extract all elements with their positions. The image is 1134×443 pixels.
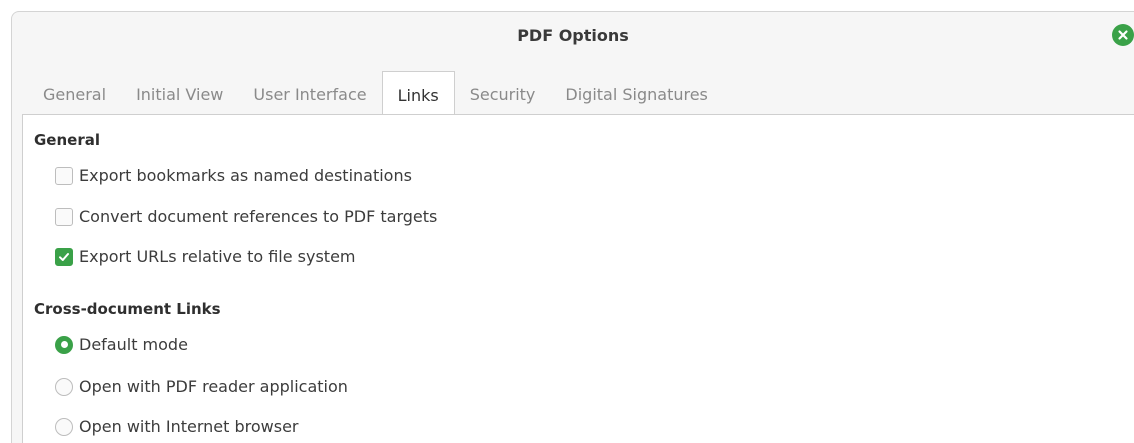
open-pdf-reader-option[interactable]: Open with PDF reader application <box>55 377 348 396</box>
export-urls-relative-option[interactable]: Export URLs relative to file system <box>55 247 356 266</box>
export-bookmarks-checkbox[interactable] <box>55 166 73 185</box>
tab-user-interface[interactable]: User Interface <box>238 74 381 114</box>
tab-general[interactable]: General <box>28 74 121 114</box>
open-internet-browser-radio[interactable] <box>55 417 73 436</box>
radio-dot <box>60 341 68 348</box>
option-label: Open with Internet browser <box>79 417 299 436</box>
open-internet-browser-option[interactable]: Open with Internet browser <box>55 417 298 436</box>
title-bar: PDF Options <box>12 12 1134 58</box>
tab-digital-signatures[interactable]: Digital Signatures <box>550 74 723 114</box>
tab-label: Links <box>397 85 439 105</box>
option-label: Open with PDF reader application <box>79 377 348 396</box>
tab-initial-view[interactable]: Initial View <box>121 74 238 114</box>
close-icon <box>1118 30 1128 40</box>
default-mode-option[interactable]: Default mode <box>55 335 188 354</box>
convert-references-checkbox[interactable] <box>55 207 73 226</box>
links-panel: General Export bookmarks as named destin… <box>22 114 1134 443</box>
tab-label: Digital Signatures <box>565 84 708 104</box>
option-label: Convert document references to PDF targe… <box>79 207 438 226</box>
option-label: Export URLs relative to file system <box>79 247 356 266</box>
close-button[interactable] <box>1112 24 1134 46</box>
pdf-options-dialog: PDF Options General Initial View User In… <box>11 11 1134 443</box>
dialog-title: PDF Options <box>517 25 629 45</box>
tab-label: Security <box>469 84 536 104</box>
option-label: Export bookmarks as named destinations <box>79 166 412 185</box>
tab-label: Initial View <box>136 84 224 104</box>
checkmark-icon <box>59 252 69 261</box>
tab-label: General <box>43 84 107 104</box>
tab-links[interactable]: Links <box>381 71 455 115</box>
tab-label: User Interface <box>253 84 367 104</box>
tab-security[interactable]: Security <box>455 74 551 114</box>
tab-bar: General Initial View User Interface Link… <box>28 70 1134 115</box>
general-section-heading: General <box>34 131 100 149</box>
export-urls-relative-checkbox[interactable] <box>55 247 73 266</box>
default-mode-radio[interactable] <box>55 335 73 354</box>
option-label: Default mode <box>79 335 188 354</box>
convert-references-option[interactable]: Convert document references to PDF targe… <box>55 207 437 226</box>
export-bookmarks-option[interactable]: Export bookmarks as named destinations <box>55 166 412 185</box>
open-pdf-reader-radio[interactable] <box>55 377 73 396</box>
cross-document-section-heading: Cross-document Links <box>34 300 221 318</box>
